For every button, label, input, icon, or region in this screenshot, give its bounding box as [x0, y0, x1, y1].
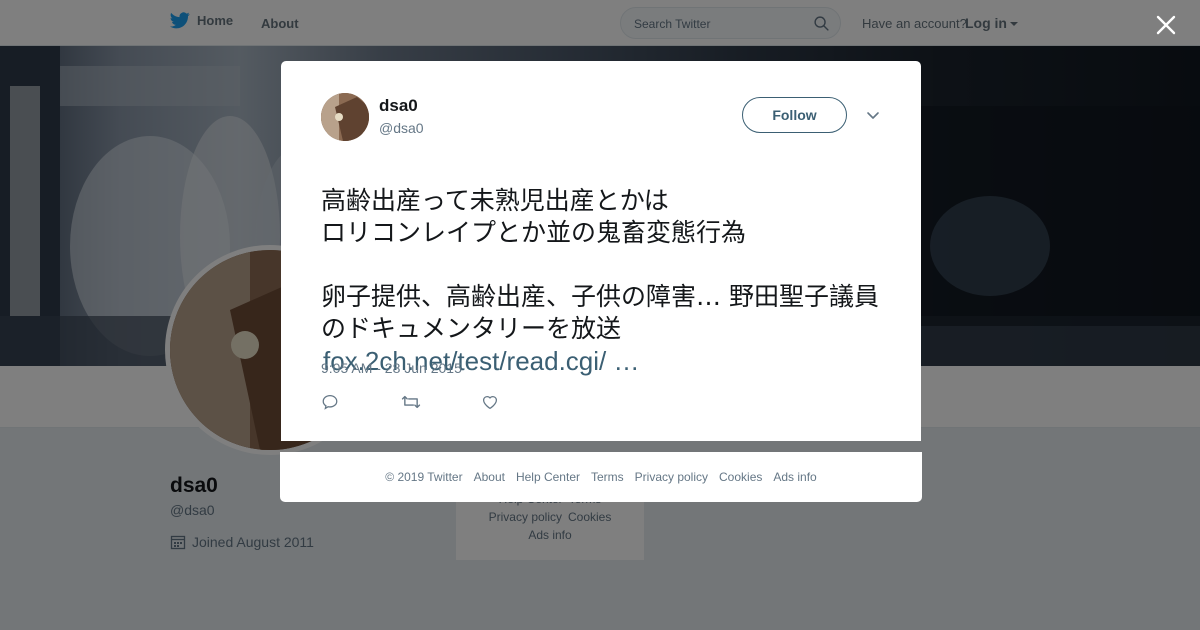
like-icon — [482, 396, 498, 410]
footer-link-ads-info[interactable]: Ads info — [773, 470, 816, 484]
tweet-avatar[interactable] — [321, 93, 369, 141]
footer-link-terms[interactable]: Terms — [591, 470, 624, 484]
retweet-icon — [401, 395, 421, 409]
reply-button[interactable] — [321, 391, 401, 413]
tweet-author-handle[interactable]: @dsa0 — [379, 120, 424, 136]
chevron-down-icon[interactable] — [865, 107, 881, 123]
tweet-body: 高齢出産って未熟児出産とかは ロリコンレイプとか並の鬼畜変態行為 卵子提供、高齢… — [321, 186, 879, 343]
footer-copyright: © 2019 Twitter — [385, 470, 463, 484]
follow-button[interactable]: Follow — [742, 97, 847, 133]
close-icon[interactable] — [1154, 13, 1178, 37]
tweet-timestamp[interactable]: 9:05 AM - 28 Jun 2015 — [321, 360, 462, 376]
reply-icon — [322, 394, 338, 410]
retweet-button[interactable] — [401, 391, 481, 413]
like-button[interactable] — [481, 391, 561, 413]
modal-footer: © 2019 Twitter About Help Center Terms P… — [280, 452, 922, 502]
tweet-author-name[interactable]: dsa0 — [379, 96, 418, 116]
tweet-actions — [321, 391, 561, 413]
footer-link-help-center[interactable]: Help Center — [516, 470, 580, 484]
footer-link-cookies[interactable]: Cookies — [719, 470, 762, 484]
tweet-modal: dsa0 @dsa0 Follow 高齢出産って未熟児出産とかは ロリコンレイプ… — [281, 61, 921, 441]
footer-link-privacy[interactable]: Privacy policy — [635, 470, 708, 484]
footer-link-about[interactable]: About — [474, 470, 505, 484]
